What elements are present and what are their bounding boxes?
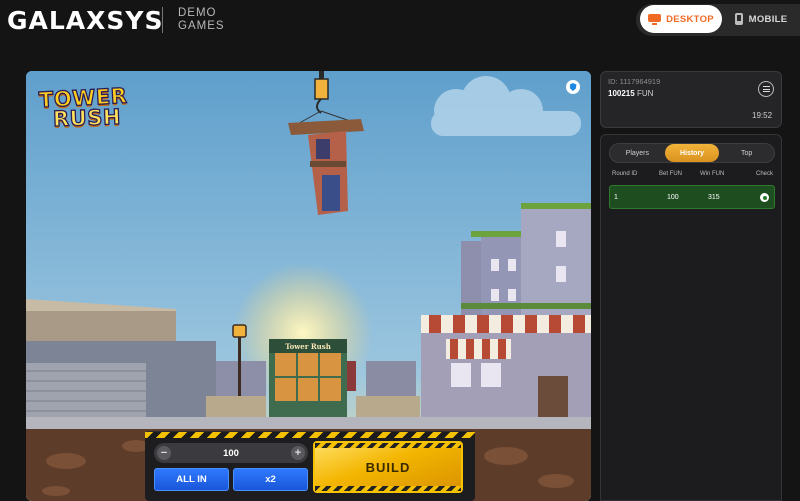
double-bet-button[interactable]: x2 [233, 468, 308, 491]
history-panel: Players History Top Round ID Bet FUN Win… [600, 134, 782, 501]
balance: 100215 FUN [608, 89, 653, 98]
monitor-icon [648, 13, 662, 25]
session-id: ID: 1117964919 [608, 77, 661, 86]
desktop-label: DESKTOP [666, 13, 714, 25]
col-round-id: Round ID [612, 171, 638, 177]
shield-icon[interactable] [566, 80, 580, 94]
all-in-button[interactable]: ALL IN [154, 468, 229, 491]
row-round-id: 1 [614, 194, 618, 201]
tab-history[interactable]: History [664, 144, 720, 162]
col-check: Check [756, 171, 774, 177]
tab-players[interactable]: Players [610, 144, 665, 162]
menu-icon[interactable] [758, 81, 774, 97]
col-bet: Bet FUN [659, 171, 683, 177]
mobile-label: MOBILE [748, 13, 788, 25]
table-header: Round ID Bet FUN Win FUN Check [601, 171, 783, 181]
mobile-view-button[interactable]: MOBILE [728, 5, 794, 33]
desktop-view-button[interactable]: DESKTOP [640, 5, 722, 33]
demo-games-label: DEMO GAMES [178, 7, 225, 32]
row-bet: 100 [667, 194, 679, 201]
build-button[interactable]: BUILD [313, 441, 463, 493]
bet-amount-stepper[interactable]: − 100 + [154, 443, 308, 463]
check-icon[interactable] [760, 193, 769, 202]
game-title-line2: RUSH [52, 104, 122, 132]
balance-value: 100215 [608, 89, 635, 98]
panel-tabs: Players History Top [609, 143, 775, 163]
galaxsys-logo[interactable]: GALAXSYS [7, 6, 164, 35]
top-bar: GALAXSYS DEMO GAMES DESKTOP MOBILE [0, 0, 800, 50]
tab-top[interactable]: Top [719, 144, 774, 162]
logo-divider [162, 7, 163, 33]
table-row[interactable]: 1 100 315 [609, 185, 775, 209]
phone-icon [734, 13, 743, 25]
clock: 19:52 [752, 111, 773, 120]
minus-icon[interactable]: − [157, 446, 171, 460]
tower-rush-logo: TOWER RUSH [37, 82, 129, 134]
tower-rush-shop [269, 339, 356, 423]
col-win: Win FUN [700, 171, 725, 177]
hazard-stripe [145, 432, 475, 438]
shop-sign: Tower Rush [285, 342, 331, 351]
bet-amount-value[interactable]: 100 [223, 448, 239, 459]
balance-currency: FUN [636, 89, 654, 98]
session-card: ID: 1117964919 100215 FUN 19:52 [600, 71, 782, 128]
row-win: 315 [708, 194, 720, 201]
plus-icon[interactable]: + [290, 446, 305, 460]
